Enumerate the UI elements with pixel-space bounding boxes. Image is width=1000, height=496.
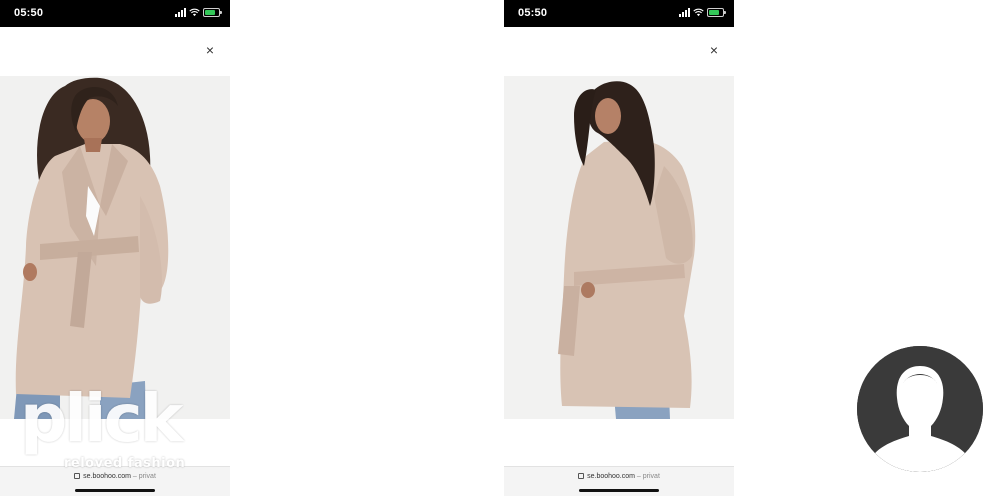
seller-avatar[interactable] [857,346,983,472]
url-suffix: – privat [130,473,156,480]
status-icons [679,8,726,17]
status-bar: 05:50 [0,0,230,27]
phone-screen-back: 05:50 × se.boohoo.com – privat [504,0,734,496]
close-button[interactable]: × [202,42,218,58]
url-domain: se.boohoo.com [83,473,131,480]
close-button[interactable]: × [706,42,722,58]
signal-icon [679,8,690,17]
phone-screen-front: 05:50 × se.boohoo.com – privat [0,0,230,496]
coat-front-illustration [0,76,230,419]
url-text: se.boohoo.com – privat [504,473,734,480]
close-icon: × [205,42,215,58]
screenshot-canvas: 05:50 × se.boohoo.com – privat plick rel… [0,0,1000,496]
lock-icon [74,473,81,479]
product-photo-front[interactable] [0,76,230,419]
avatar-silhouette-icon [857,346,983,472]
status-bar: 05:50 [504,0,734,27]
status-time: 05:50 [518,7,548,19]
url-suffix: – privat [634,473,660,480]
close-icon: × [709,42,719,58]
browser-url-bar[interactable]: se.boohoo.com – privat [504,466,734,496]
lock-icon [578,473,585,479]
status-icons [175,8,222,17]
status-time: 05:50 [14,7,44,19]
coat-back-illustration [504,76,734,419]
url-domain: se.boohoo.com [587,473,635,480]
battery-icon [707,8,726,17]
home-indicator[interactable] [75,489,155,492]
signal-icon [175,8,186,17]
product-photo-back[interactable] [504,76,734,419]
wifi-icon [693,8,704,17]
browser-url-bar[interactable]: se.boohoo.com – privat [0,466,230,496]
wifi-icon [189,8,200,17]
url-text: se.boohoo.com – privat [0,473,230,480]
battery-icon [203,8,222,17]
home-indicator[interactable] [579,489,659,492]
